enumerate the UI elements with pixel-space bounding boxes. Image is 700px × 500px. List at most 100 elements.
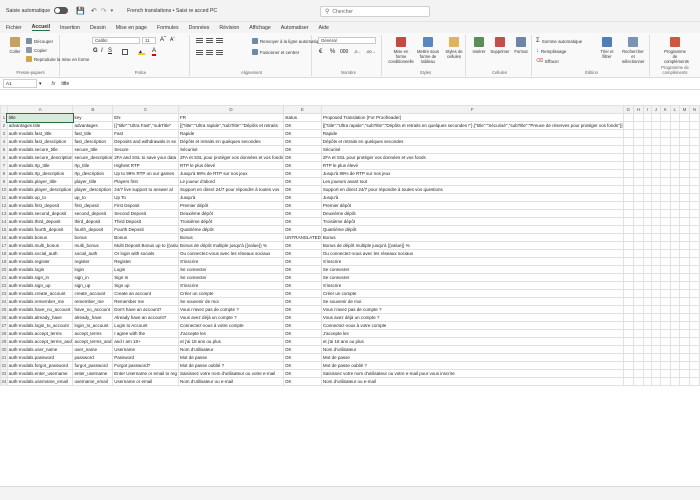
cell[interactable]: auth-modals.login bbox=[6, 265, 74, 274]
cell[interactable]: Up to 99% RTP on our games bbox=[112, 169, 180, 178]
clear-button[interactable]: ⌫ Effacer bbox=[536, 58, 559, 64]
cell[interactable] bbox=[690, 432, 700, 440]
cell[interactable] bbox=[632, 329, 644, 338]
cell[interactable]: Se connecter bbox=[320, 265, 624, 274]
cell[interactable] bbox=[642, 153, 652, 162]
cell[interactable] bbox=[632, 305, 644, 314]
cell[interactable] bbox=[670, 440, 679, 448]
cell[interactable] bbox=[73, 471, 113, 479]
cell[interactable] bbox=[283, 432, 321, 440]
cell[interactable] bbox=[669, 225, 680, 234]
cell[interactable] bbox=[642, 249, 652, 258]
cell[interactable] bbox=[179, 432, 284, 440]
cell[interactable] bbox=[632, 201, 644, 210]
cell[interactable]: Créer un compte bbox=[320, 289, 624, 298]
cell[interactable]: sign_in bbox=[72, 273, 114, 282]
cell[interactable]: title bbox=[6, 112, 74, 123]
cell[interactable] bbox=[622, 209, 634, 218]
cell[interactable]: Jusqu'à bbox=[320, 193, 624, 202]
cell[interactable] bbox=[321, 401, 623, 409]
cell[interactable] bbox=[660, 432, 670, 440]
cell[interactable]: OK bbox=[282, 201, 322, 210]
cell[interactable] bbox=[283, 440, 321, 448]
cell[interactable] bbox=[689, 121, 700, 130]
cell[interactable]: auth-modals.accept_terms_and bbox=[6, 337, 74, 346]
cell[interactable]: social_auth bbox=[72, 249, 114, 258]
row-header[interactable]: 17 bbox=[0, 241, 8, 250]
cell[interactable] bbox=[689, 337, 700, 346]
number-format-select[interactable]: Général bbox=[318, 37, 376, 44]
cell[interactable] bbox=[659, 345, 671, 354]
cell[interactable] bbox=[622, 169, 634, 178]
cell[interactable] bbox=[643, 417, 651, 425]
cell[interactable] bbox=[7, 417, 73, 425]
cell[interactable]: Créer un compte bbox=[178, 289, 284, 298]
increase-decimal-icon[interactable]: ,0← bbox=[354, 49, 361, 54]
cell[interactable] bbox=[678, 121, 691, 130]
cell[interactable] bbox=[659, 145, 671, 154]
cell[interactable] bbox=[642, 177, 652, 186]
column-header[interactable]: F bbox=[320, 105, 624, 114]
cell[interactable] bbox=[679, 440, 689, 448]
cell[interactable] bbox=[622, 361, 634, 370]
bold-icon[interactable]: G bbox=[93, 48, 98, 54]
cell[interactable] bbox=[659, 281, 671, 290]
cell[interactable] bbox=[632, 273, 644, 282]
cell[interactable] bbox=[632, 289, 644, 298]
cell[interactable] bbox=[633, 424, 643, 432]
cell[interactable] bbox=[73, 386, 113, 394]
cell[interactable]: Create an account bbox=[112, 289, 180, 298]
cell[interactable]: rtp_title bbox=[72, 161, 114, 170]
cell[interactable]: Se souvenir de moi bbox=[320, 297, 624, 306]
cell[interactable]: [{"title":"Ultra rapide","subTitle":"Dép… bbox=[320, 121, 624, 130]
cell[interactable] bbox=[622, 297, 634, 306]
cell[interactable] bbox=[689, 273, 700, 282]
cell[interactable] bbox=[660, 393, 670, 401]
cell[interactable] bbox=[622, 289, 634, 298]
cell[interactable] bbox=[651, 386, 660, 394]
cell[interactable]: auth-modals.rtp_description bbox=[6, 169, 74, 178]
cell[interactable]: Rapide bbox=[320, 129, 624, 138]
menu-item[interactable]: Automatiser bbox=[281, 25, 309, 31]
cell[interactable] bbox=[669, 377, 680, 386]
column-header[interactable]: L bbox=[669, 105, 680, 114]
cell[interactable] bbox=[650, 201, 661, 210]
cell[interactable]: Sécurisé bbox=[320, 145, 624, 154]
cell[interactable] bbox=[651, 456, 660, 464]
cell[interactable] bbox=[632, 233, 644, 242]
row-header[interactable]: 34 bbox=[0, 377, 8, 386]
cell[interactable]: Troisième dépôt bbox=[320, 217, 624, 226]
cell[interactable] bbox=[651, 432, 660, 440]
align-top-icon[interactable] bbox=[196, 38, 203, 39]
cell[interactable] bbox=[650, 161, 661, 170]
column-header[interactable]: N bbox=[689, 105, 700, 114]
row-header[interactable]: 16 bbox=[0, 233, 8, 242]
cell[interactable] bbox=[669, 201, 680, 210]
select-all-corner[interactable] bbox=[0, 105, 8, 114]
cell[interactable] bbox=[642, 217, 652, 226]
cell[interactable] bbox=[650, 321, 661, 330]
cell[interactable]: [{"title":"Ultra Fast","subTitle" bbox=[112, 121, 180, 130]
cell[interactable] bbox=[669, 113, 680, 122]
row-header[interactable]: 12 bbox=[0, 201, 8, 210]
cell[interactable] bbox=[650, 337, 661, 346]
cell[interactable] bbox=[651, 448, 660, 456]
cell[interactable] bbox=[622, 321, 634, 330]
cell[interactable] bbox=[669, 153, 680, 162]
cell[interactable] bbox=[642, 169, 652, 178]
cell[interactable]: fast_description bbox=[72, 137, 114, 146]
cell[interactable]: RTP le plus élevé bbox=[178, 161, 284, 170]
cell[interactable] bbox=[642, 201, 652, 210]
cell[interactable] bbox=[669, 345, 680, 354]
cell[interactable]: secure_title bbox=[72, 145, 114, 154]
cell[interactable] bbox=[642, 321, 652, 330]
cell[interactable]: auth-modals.up_to bbox=[6, 193, 74, 202]
cell[interactable]: multi_bonus bbox=[72, 241, 114, 250]
cell[interactable] bbox=[659, 353, 671, 362]
cell[interactable]: OK bbox=[282, 193, 322, 202]
cell[interactable] bbox=[650, 305, 661, 314]
cell[interactable]: accept_terms bbox=[72, 329, 114, 338]
row-header[interactable]: 22 bbox=[0, 281, 8, 290]
cell[interactable]: already_have bbox=[72, 313, 114, 322]
cell[interactable]: Ou connectez-vous avec les réseaux socia… bbox=[320, 249, 624, 258]
